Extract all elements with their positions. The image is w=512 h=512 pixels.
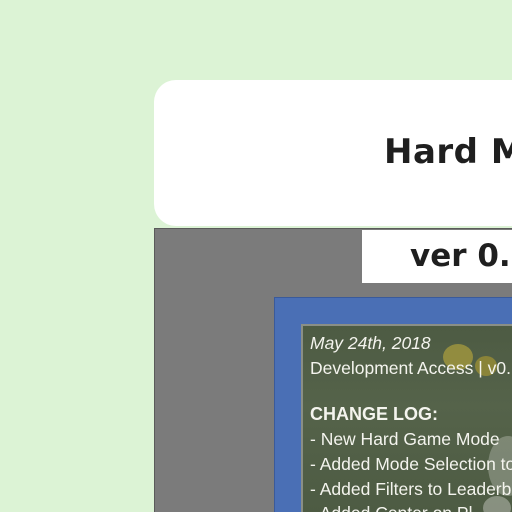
changelog-heading: CHANGE LOG: [310,404,438,424]
changelog-access: Development Access | v0. [310,358,512,378]
changelog-item: - Added Center on Pl [310,502,472,512]
changelog-panel: May 24th, 2018 Development Access | v0. … [301,324,512,512]
changelog-item: - Added Mode Selection to [310,454,512,474]
changelog-item: - Added Filters to Leaderb [310,479,512,499]
version-label: ver 0. [410,238,511,274]
page: Hard M ver 0. May 24th, 2018 Development… [0,0,512,512]
page-title: Hard M [384,132,512,172]
changelog-date: May 24th, 2018 [310,333,431,353]
changelog-item: - New Hard Game Mode [310,429,500,449]
